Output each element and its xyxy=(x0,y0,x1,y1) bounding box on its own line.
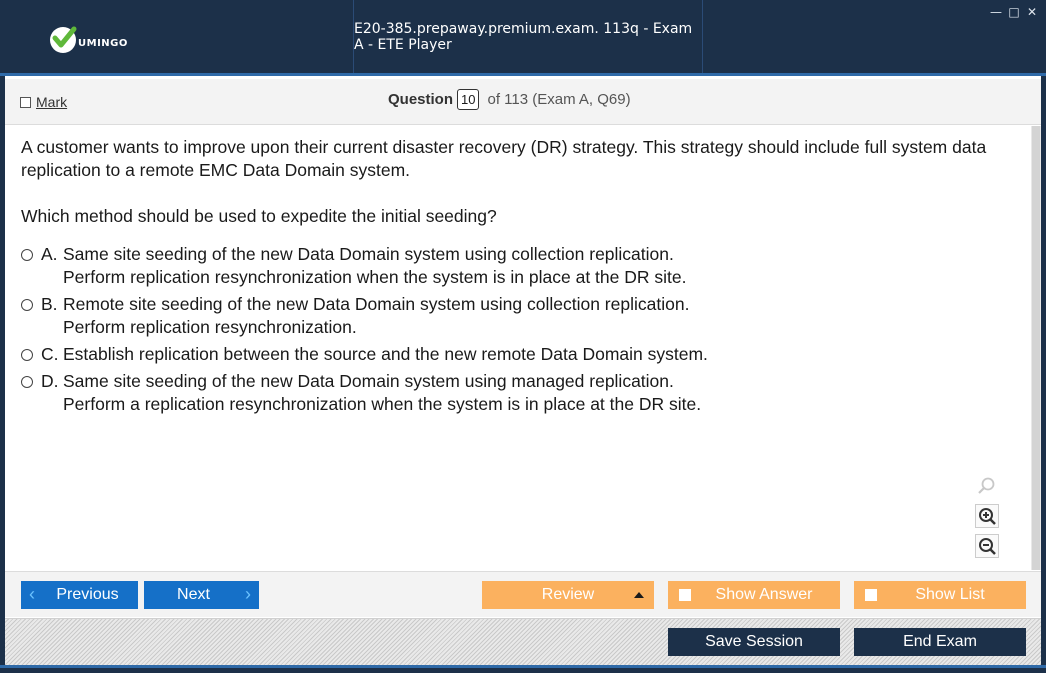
mark-label[interactable]: Mark xyxy=(36,94,67,110)
choice-b[interactable]: B. Remote site seeding of the new Data D… xyxy=(21,293,1001,339)
choice-a[interactable]: A. Same site seeding of the new Data Dom… xyxy=(21,243,1001,289)
search-icon[interactable] xyxy=(975,474,999,498)
question-stem: A customer wants to improve upon their c… xyxy=(21,136,1021,251)
app-logo: UMINGO xyxy=(50,26,128,54)
choice-letter: A. xyxy=(41,244,58,264)
choice-text: Same site seeding of the new Data Domain… xyxy=(63,244,687,287)
choice-d[interactable]: D. Same site seeding of the new Data Dom… xyxy=(21,370,1001,416)
save-session-button[interactable]: Save Session xyxy=(668,628,840,656)
previous-button[interactable]: ‹ Previous xyxy=(21,581,138,609)
logo-text: UMINGO xyxy=(78,37,128,49)
window-controls: — □ ✕ xyxy=(990,5,1038,19)
chevron-left-icon: ‹ xyxy=(29,584,35,604)
show-answer-toggle[interactable]: Show Answer xyxy=(668,581,840,609)
question-stem-paragraph: A customer wants to improve upon their c… xyxy=(21,137,987,180)
previous-label: Previous xyxy=(56,586,119,603)
question-prompt: Which method should be used to expedite … xyxy=(21,206,497,226)
next-button[interactable]: Next › xyxy=(144,581,259,609)
title-bar: UMINGO E20-385.prepaway.premium.exam. 11… xyxy=(0,0,1046,76)
choice-letter: B. xyxy=(41,294,58,314)
checkbox-icon[interactable] xyxy=(865,589,877,601)
choice-text: Same site seeding of the new Data Domain… xyxy=(63,371,702,414)
radio-button[interactable] xyxy=(21,349,33,361)
radio-button[interactable] xyxy=(21,376,33,388)
close-icon[interactable]: ✕ xyxy=(1026,5,1038,19)
navigation-bar: ‹ Previous Next › Review Show Answer Sho… xyxy=(5,571,1041,617)
question-indicator: Question 10 of 113 (Exam A, Q69) xyxy=(388,89,631,110)
scrollbar-thumb[interactable] xyxy=(1032,126,1040,570)
choice-text: Remote site seeding of the new Data Doma… xyxy=(63,294,690,337)
save-session-label: Save Session xyxy=(705,633,803,650)
show-answer-label: Show Answer xyxy=(715,586,813,603)
chevron-right-icon: › xyxy=(245,584,251,604)
review-button[interactable]: Review xyxy=(482,581,654,609)
maximize-icon[interactable]: □ xyxy=(1008,5,1020,19)
footer-bar: Save Session End Exam xyxy=(5,618,1041,665)
zoom-out-icon[interactable] xyxy=(975,534,999,558)
end-exam-label: End Exam xyxy=(903,633,977,650)
choice-letter: D. xyxy=(41,371,59,391)
zoom-in-icon[interactable] xyxy=(975,504,999,528)
review-label: Review xyxy=(541,586,595,603)
checkbox-icon[interactable] xyxy=(20,96,31,108)
end-exam-button[interactable]: End Exam xyxy=(854,628,1026,656)
question-content: A customer wants to improve upon their c… xyxy=(5,126,1031,570)
choice-letter: C. xyxy=(41,344,59,364)
mark-checkbox[interactable]: Mark xyxy=(20,94,67,110)
next-label: Next xyxy=(177,586,210,603)
choice-text: Establish replication between the source… xyxy=(63,344,708,364)
question-header: Mark Question 10 of 113 (Exam A, Q69) xyxy=(5,79,1041,125)
window-title: E20-385.prepaway.premium.exam. 113q - Ex… xyxy=(354,20,693,53)
question-label: Question xyxy=(388,91,454,108)
choice-c[interactable]: C. Establish replication between the sou… xyxy=(21,343,1001,366)
caret-up-icon xyxy=(634,592,644,598)
radio-button[interactable] xyxy=(21,249,33,261)
checkbox-icon[interactable] xyxy=(679,589,691,601)
question-total: of 113 (Exam A, Q69) xyxy=(487,91,631,108)
radio-button[interactable] xyxy=(21,299,33,311)
show-list-toggle[interactable]: Show List xyxy=(854,581,1026,609)
window-frame-right xyxy=(1041,76,1046,673)
window-title-panel: E20-385.prepaway.premium.exam. 113q - Ex… xyxy=(353,0,703,73)
minimize-icon[interactable]: — xyxy=(990,5,1002,19)
question-number-input[interactable]: 10 xyxy=(457,89,480,110)
checkmark-icon xyxy=(50,26,77,53)
window-frame-bottom xyxy=(0,665,1046,673)
answer-choices: A. Same site seeding of the new Data Dom… xyxy=(21,243,1001,420)
vertical-scrollbar[interactable] xyxy=(1031,126,1041,570)
show-list-label: Show List xyxy=(915,586,985,603)
